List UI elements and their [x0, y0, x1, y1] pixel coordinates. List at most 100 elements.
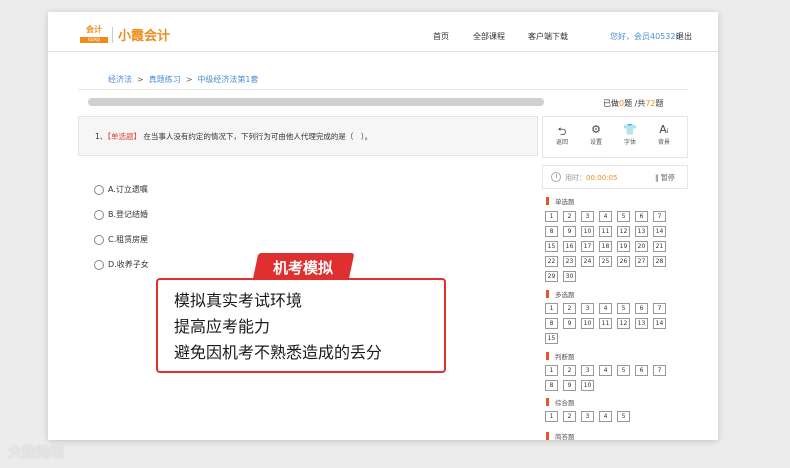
single-choice-grid: 1 2 3 4 5 6 7 8 9 10 11 12 13 14 15 16 17 18 19 20 21 22 23 24 2…	[545, 211, 666, 282]
question-nav-cell[interactable]: 18	[599, 241, 612, 252]
option-c[interactable]: C.租赁房屋	[94, 234, 148, 245]
question-nav-cell[interactable]: 15	[545, 333, 558, 344]
promo-line-1: 模拟真实考试环境	[174, 291, 303, 310]
question-nav-cell[interactable]: 1	[545, 365, 558, 376]
nav-client-download[interactable]: 客户端下载	[528, 31, 568, 42]
section-single-choice: 单选题	[546, 196, 575, 206]
settings-button[interactable]: ⚙ 设置	[581, 123, 611, 146]
question-nav-cell[interactable]: 2	[563, 365, 576, 376]
progress-count: 已做0题 /共72题	[603, 99, 664, 108]
question-nav-cell[interactable]: 22	[545, 256, 558, 267]
question-nav-cell[interactable]: 19	[617, 241, 630, 252]
section-true-false: 判断题	[546, 351, 575, 361]
logout-link[interactable]: 退出	[676, 31, 692, 42]
question-nav-cell[interactable]: 30	[563, 271, 576, 282]
question-nav-cell[interactable]: 3	[581, 303, 594, 314]
question-nav-cell[interactable]: 20	[635, 241, 648, 252]
question-nav-cell[interactable]: 5	[617, 303, 630, 314]
question-nav-cell[interactable]: 10	[581, 318, 594, 329]
question-nav-cell[interactable]: 9	[563, 380, 576, 391]
elapsed-time: 00:00:05	[586, 174, 618, 182]
question-text: 在当事人没有约定的情况下，下列行为可由他人代理完成的是（ ）。	[143, 132, 373, 141]
question-nav-cell[interactable]: 24	[581, 256, 594, 267]
question-nav-cell[interactable]: 8	[545, 226, 558, 237]
question-nav-cell[interactable]: 10	[581, 380, 594, 391]
question-nav-cell[interactable]: 2	[563, 411, 576, 422]
question-nav-cell[interactable]: 3	[581, 411, 594, 422]
back-button[interactable]: ⮌ 返回	[547, 123, 577, 146]
nav-all-courses[interactable]: 全部课程	[473, 31, 505, 42]
breadcrumb-practice[interactable]: 真题练习	[149, 75, 181, 84]
question-nav-cell[interactable]: 9	[563, 226, 576, 237]
question-nav-cell[interactable]: 6	[635, 303, 648, 314]
multi-choice-grid: 1 2 3 4 5 6 7 8 9 10 11 12 13 14 15	[545, 303, 666, 344]
question-nav-cell[interactable]: 14	[653, 226, 666, 237]
brand-logo[interactable]: 会计 KUAIJI	[80, 25, 108, 45]
question-nav-cell[interactable]: 26	[617, 256, 630, 267]
question-nav-cell[interactable]: 14	[653, 318, 666, 329]
exam-window: 会计 KUAIJI 小霞会计 首页 全部课程 客户端下载 您好，会员405328…	[48, 12, 718, 440]
option-a[interactable]: A.订立遗嘱	[94, 184, 148, 195]
logo-divider	[112, 27, 113, 43]
question-nav-cell[interactable]: 25	[599, 256, 612, 267]
question-nav-cell[interactable]: 11	[599, 318, 612, 329]
question-nav-cell[interactable]: 8	[545, 318, 558, 329]
question-nav-cell[interactable]: 3	[581, 365, 594, 376]
option-d[interactable]: D.收养子女	[94, 259, 149, 270]
question-nav-cell[interactable]: 11	[599, 226, 612, 237]
question-nav-cell[interactable]: 5	[617, 211, 630, 222]
question-nav-cell[interactable]: 4	[599, 365, 612, 376]
question-nav-cell[interactable]: 9	[563, 318, 576, 329]
question-nav-cell[interactable]: 5	[617, 411, 630, 422]
option-b[interactable]: B.登记结婚	[94, 209, 148, 220]
question-nav-cell[interactable]: 16	[563, 241, 576, 252]
font-button[interactable]: 👕 字体	[615, 123, 645, 146]
question-nav-cell[interactable]: 28	[653, 256, 666, 267]
background-button[interactable]: Aᵢ 背景	[649, 123, 679, 146]
question-nav-cell[interactable]: 7	[653, 303, 666, 314]
question-nav-cell[interactable]: 7	[653, 365, 666, 376]
question-nav-cell[interactable]: 4	[599, 411, 612, 422]
question-nav-cell[interactable]: 1	[545, 211, 558, 222]
question-nav-cell[interactable]: 4	[599, 303, 612, 314]
question-nav-cell[interactable]: 1	[545, 411, 558, 422]
question-nav-cell[interactable]: 15	[545, 241, 558, 252]
radio-icon[interactable]	[94, 259, 104, 270]
question-nav-cell[interactable]: 1	[545, 303, 558, 314]
question-nav-cell[interactable]: 12	[617, 226, 630, 237]
breadcrumb-subject[interactable]: 经济法	[108, 75, 132, 84]
question-nav-cell[interactable]: 6	[635, 365, 648, 376]
question-nav-cell[interactable]: 17	[581, 241, 594, 252]
clock-icon	[551, 172, 561, 182]
divider	[78, 89, 688, 90]
question-nav-cell[interactable]: 21	[653, 241, 666, 252]
question-nav-cell[interactable]: 13	[635, 226, 648, 237]
question-nav-cell[interactable]: 27	[635, 256, 648, 267]
question-nav-cell[interactable]: 13	[635, 318, 648, 329]
font-size-icon: Aᵢ	[659, 123, 669, 136]
top-bar: 会计 KUAIJI 小霞会计 首页 全部课程 客户端下载 您好，会员405328…	[48, 12, 718, 52]
question-nav-cell[interactable]: 3	[581, 211, 594, 222]
question-nav-cell[interactable]: 8	[545, 380, 558, 391]
question-nav-cell[interactable]: 2	[563, 303, 576, 314]
radio-icon[interactable]	[94, 209, 104, 220]
pause-button[interactable]: ‖ 暂停	[655, 173, 675, 183]
question-nav-cell[interactable]: 5	[617, 365, 630, 376]
question-nav-cell[interactable]: 6	[635, 211, 648, 222]
promo-line-2: 提高应考能力	[174, 317, 271, 336]
breadcrumb-paper[interactable]: 中级经济法第1套	[197, 75, 258, 84]
question-nav-cell[interactable]: 29	[545, 271, 558, 282]
question-nav-cell[interactable]: 2	[563, 211, 576, 222]
question-nav-cell[interactable]: 12	[617, 318, 630, 329]
nav-home[interactable]: 首页	[433, 31, 449, 42]
breadcrumb: 经济法 > 真题练习 > 中级经济法第1套	[108, 75, 259, 84]
question-nav-cell[interactable]: 23	[563, 256, 576, 267]
question-nav-cell[interactable]: 7	[653, 211, 666, 222]
gear-icon: ⚙	[591, 123, 601, 136]
user-greeting[interactable]: 您好，会员405328	[610, 31, 681, 42]
question-nav-cell[interactable]: 10	[581, 226, 594, 237]
question-nav-cell[interactable]: 4	[599, 211, 612, 222]
watermark: 大数跨境	[8, 445, 64, 461]
radio-icon[interactable]	[94, 184, 104, 195]
radio-icon[interactable]	[94, 234, 104, 245]
